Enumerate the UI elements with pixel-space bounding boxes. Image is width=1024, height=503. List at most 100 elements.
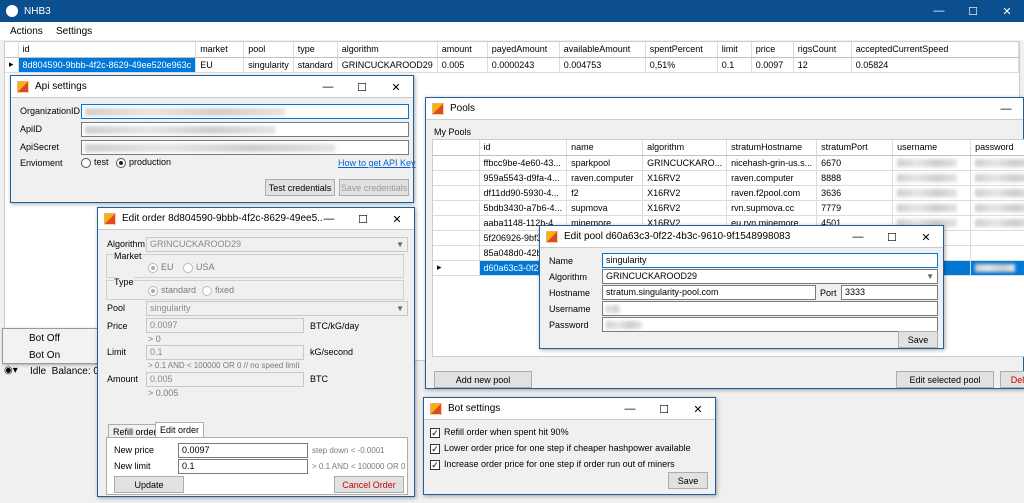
menu-bot-on[interactable]: Bot On (29, 350, 60, 361)
col-amount[interactable]: amount (437, 42, 488, 58)
pool-save-button[interactable]: Save (898, 331, 938, 348)
col-pool[interactable]: pool (243, 42, 294, 58)
edit-pool-window: Edit pool d60a63c3-0f22-4b3c-9610-9f1548… (539, 225, 944, 349)
maximize-icon[interactable]: ☐ (956, 0, 990, 22)
minimize-icon[interactable]: — (989, 98, 1023, 120)
table-row[interactable]: ▸ 8d804590-9bbb-4f2c-8629-49ee520e963c E… (5, 57, 1020, 73)
maximize-icon[interactable]: ☐ (647, 398, 681, 420)
col-payedamount[interactable]: payedAmount (487, 42, 560, 58)
cell-price[interactable]: 0.0097 (751, 57, 794, 73)
org-id-field[interactable] (81, 104, 409, 119)
close-icon[interactable]: ✕ (380, 208, 414, 230)
api-secret-field[interactable] (81, 140, 409, 155)
col-password[interactable]: password (970, 140, 1024, 156)
col-algorithm[interactable]: algorithm (337, 42, 438, 58)
minimize-icon[interactable]: — (841, 226, 875, 248)
username-field[interactable] (602, 301, 938, 316)
close-icon[interactable]: ✕ (681, 398, 715, 420)
pool-select[interactable]: singularity ▼ (146, 301, 408, 316)
port-field[interactable]: 3333 (841, 285, 938, 300)
test-credentials-button[interactable]: Test credentials (265, 179, 335, 196)
cell-speed[interactable]: 0.05824 (851, 57, 1020, 73)
add-pool-button[interactable]: Add new pool (434, 371, 532, 388)
price-field[interactable]: 0.0097 (146, 318, 304, 333)
col-availableamount[interactable]: availableAmount (559, 42, 646, 58)
minimize-icon[interactable]: — (312, 208, 346, 230)
table-row[interactable]: df11dd90-5930-4... f2 X16RV2 raven.f2pool.c… (433, 185, 1024, 201)
type-standard-radio[interactable]: standard (148, 285, 196, 296)
edit-pool-button[interactable]: Edit selected pool (896, 371, 994, 388)
menu-settings[interactable]: Settings (56, 26, 92, 37)
table-row[interactable]: 959a5543-d9fa-4... raven.computer X16RV2 ra… (433, 170, 1024, 186)
cell-algorithm[interactable]: GRINCUCKAROOD29 (337, 57, 438, 73)
col-limit[interactable]: limit (717, 42, 752, 58)
hostname-field[interactable]: stratum.singularity-pool.com (602, 285, 816, 300)
env-production-radio[interactable]: production (116, 157, 171, 168)
edit-pool-window-icon (546, 230, 558, 243)
refill-checkbox[interactable]: ✓ Refill order when spent hit 90% (430, 427, 569, 438)
col-rigscount[interactable]: rigsCount (793, 42, 852, 58)
cell-spentpercent[interactable]: 0,51% (645, 57, 718, 73)
tab-edit-order[interactable]: Edit order (155, 422, 205, 438)
col-algorithm[interactable]: algorithm (642, 140, 728, 156)
cell-rigscount[interactable]: 12 (793, 57, 852, 73)
lower-price-checkbox[interactable]: ✓ Lower order price for one step if cheap… (430, 443, 691, 454)
minimize-icon[interactable]: — (613, 398, 647, 420)
algorithm-select[interactable]: GRINCUCKAROOD29 ▼ (146, 237, 408, 252)
bot-status-icon[interactable]: ◉▾ (4, 365, 18, 376)
table-row[interactable]: 5bdb3430-a7b6-4... supmova X16RV2 rvn.supmo… (433, 200, 1024, 216)
menu-bot-off[interactable]: Bot Off (29, 333, 60, 344)
col-stratumport[interactable]: stratumPort (816, 140, 894, 156)
close-icon[interactable]: ✕ (990, 0, 1024, 22)
cell-type[interactable]: standard (293, 57, 338, 73)
type-fixed-radio[interactable]: fixed (202, 285, 234, 296)
cell-limit[interactable]: 0.1 (717, 57, 752, 73)
new-limit-hint: > 0.1 AND < 100000 OR 0 (312, 462, 406, 471)
update-button[interactable]: Update (114, 476, 184, 493)
market-usa-radio[interactable]: USA (183, 262, 215, 273)
minimize-icon[interactable]: — (311, 76, 345, 98)
col-stratumhostname[interactable]: stratumHostname (726, 140, 818, 156)
cell-market[interactable]: EU (195, 57, 245, 73)
bot-save-button[interactable]: Save (668, 472, 708, 489)
col-acceptedcurrentspeed[interactable]: acceptedCurrentSpeed (851, 42, 1020, 58)
api-id-field[interactable] (81, 122, 409, 137)
pool-name-label: Name (549, 256, 574, 266)
maximize-icon[interactable]: ☐ (346, 208, 380, 230)
cell-id[interactable]: 8d804590-9bbb-4f2c-8629-49ee520e963c (18, 57, 197, 73)
col-market[interactable]: market (195, 42, 245, 58)
cell-amount[interactable]: 0.005 (437, 57, 488, 73)
pool-name-field[interactable]: singularity (602, 253, 938, 268)
cell-payedamount[interactable]: 0.0000243 (487, 57, 560, 73)
maximize-icon[interactable]: ☐ (345, 76, 379, 98)
close-icon[interactable]: ✕ (379, 76, 413, 98)
col-id[interactable]: id (479, 140, 568, 156)
delete-pool-button[interactable]: Dele (1000, 371, 1024, 388)
table-row[interactable]: ffbcc9be-4e60-43... sparkpool GRINCUCKARO.… (433, 155, 1024, 171)
col-id[interactable]: id (18, 42, 197, 58)
save-credentials-button[interactable]: Save credentials (339, 179, 409, 196)
market-eu-radio[interactable]: EU (148, 262, 174, 273)
port-label: Port (820, 288, 837, 298)
cell-availableamount[interactable]: 0.004753 (559, 57, 646, 73)
maximize-icon[interactable]: ☐ (875, 226, 909, 248)
minimize-icon[interactable]: — (922, 0, 956, 22)
col-username[interactable]: username (892, 140, 972, 156)
col-type[interactable]: type (293, 42, 338, 58)
increase-price-checkbox[interactable]: ✓ Increase order price for one step if or… (430, 459, 675, 470)
api-key-help-link[interactable]: How to get API Key (338, 158, 416, 168)
menu-actions[interactable]: Actions (10, 26, 43, 37)
new-price-field[interactable]: 0.0097 (178, 443, 308, 458)
pool-algorithm-select[interactable]: GRINCUCKAROOD29 ▼ (602, 269, 938, 284)
col-name[interactable]: name (566, 140, 644, 156)
col-spentpercent[interactable]: spentPercent (645, 42, 718, 58)
close-icon[interactable]: ✕ (909, 226, 943, 248)
cancel-order-button[interactable]: Cancel Order (334, 476, 404, 493)
amount-field[interactable]: 0.005 (146, 372, 304, 387)
env-test-radio[interactable]: test (81, 157, 109, 168)
limit-field[interactable]: 0.1 (146, 345, 304, 360)
new-limit-field[interactable]: 0.1 (178, 459, 308, 474)
cell-pool[interactable]: singularity (243, 57, 294, 73)
password-field[interactable] (602, 317, 938, 332)
col-price[interactable]: price (751, 42, 794, 58)
